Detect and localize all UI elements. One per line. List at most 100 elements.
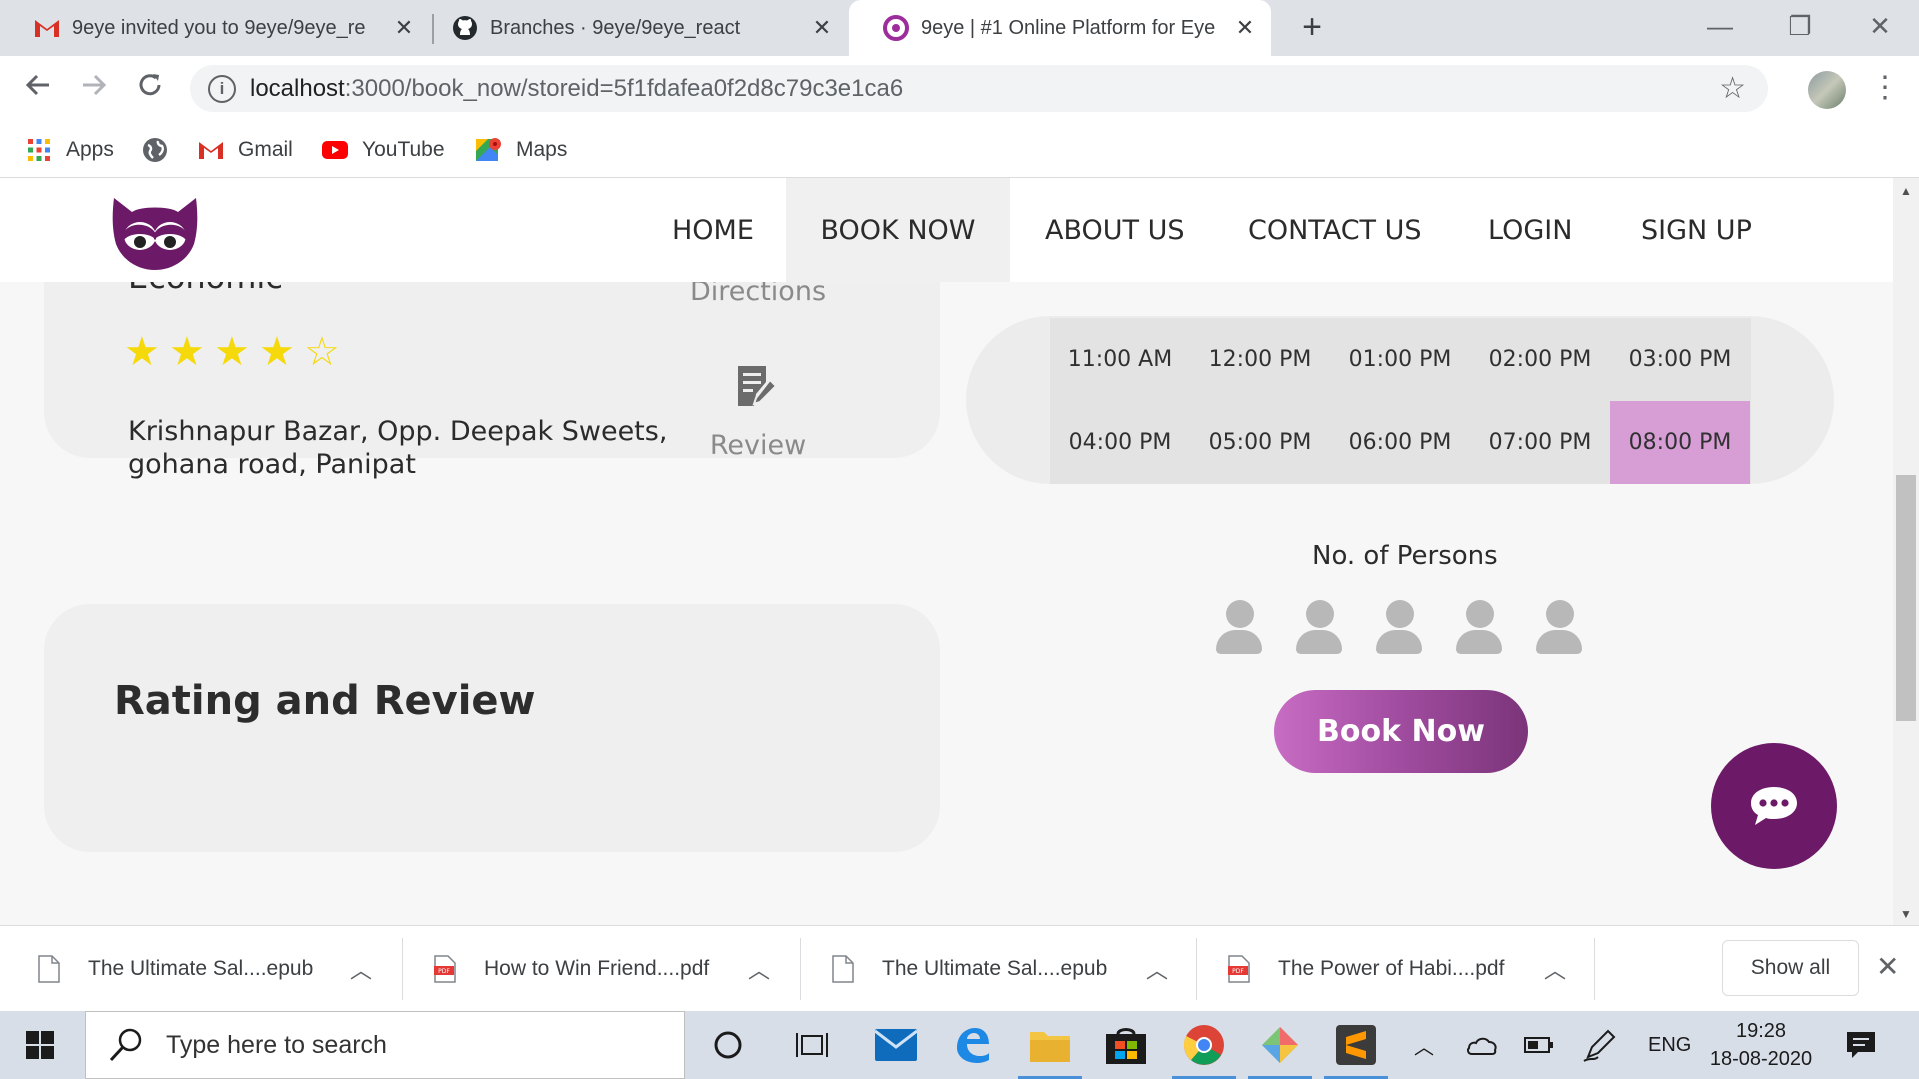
chrome-menu-icon[interactable]: ⋮	[1870, 68, 1900, 108]
chrome-icon[interactable]	[1182, 1023, 1226, 1067]
bookmark-apps[interactable]: Apps	[26, 132, 114, 168]
cortana-icon[interactable]	[706, 1023, 750, 1067]
scrollbar-thumb[interactable]	[1896, 475, 1916, 721]
new-tab-button[interactable]: +	[1294, 10, 1330, 46]
url-host: localhost	[250, 74, 345, 102]
tab-github[interactable]: Branches · 9eye/9eye_react ✕	[418, 0, 848, 56]
person-icon[interactable]	[1454, 600, 1504, 656]
apps-grid-icon	[26, 137, 52, 163]
nav-about-us[interactable]: ABOUT US	[1045, 178, 1185, 282]
restore-icon[interactable]: ❐	[1770, 6, 1830, 46]
page-scrollbar[interactable]: ▲ ▼	[1893, 178, 1919, 925]
time-slot[interactable]: 11:00 AM	[1050, 318, 1190, 401]
bookmark-star-icon[interactable]: ☆	[1719, 71, 1746, 106]
search-placeholder: Type here to search	[166, 1030, 387, 1059]
download-chevron-icon[interactable]: ︿	[748, 926, 770, 1012]
sublime-text-icon[interactable]	[1334, 1023, 1378, 1067]
9eye-icon	[883, 15, 909, 41]
close-tab-icon[interactable]: ✕	[810, 16, 834, 40]
windows-start-icon[interactable]	[26, 1031, 54, 1059]
download-filename: The Ultimate Sal....epub	[88, 957, 314, 980]
forward-icon[interactable]	[76, 70, 112, 106]
bookmark-youtube[interactable]: YouTube	[322, 132, 445, 168]
bookmark-gmail[interactable]: Gmail	[198, 132, 293, 168]
reload-icon[interactable]	[132, 70, 168, 106]
battery-icon[interactable]	[1524, 1011, 1554, 1079]
onedrive-icon[interactable]	[1466, 1011, 1498, 1079]
taskbar-search[interactable]: Type here to search	[85, 1011, 685, 1079]
tab-9eye[interactable]: 9eye | #1 Online Platform for Eye ✕	[849, 0, 1271, 56]
review-link[interactable]: Review	[680, 430, 836, 461]
nav-login[interactable]: LOGIN	[1488, 178, 1572, 282]
site-info-icon[interactable]: i	[208, 74, 236, 103]
download-chevron-icon[interactable]: ︿	[350, 926, 372, 1012]
nav-home[interactable]: HOME	[672, 178, 754, 282]
time-slot[interactable]: 12:00 PM	[1190, 318, 1330, 401]
store-address: Krishnapur Bazar, Opp. Deepak Sweets, go…	[128, 416, 668, 480]
file-explorer-icon[interactable]	[1028, 1023, 1072, 1067]
svg-text:PDF: PDF	[438, 968, 450, 975]
scroll-down-icon[interactable]: ▼	[1893, 907, 1919, 921]
person-icon[interactable]	[1214, 600, 1264, 656]
time-slot[interactable]: 03:00 PM	[1610, 318, 1750, 401]
time-slot[interactable]: 07:00 PM	[1470, 401, 1610, 484]
download-chevron-icon[interactable]: ︿	[1146, 926, 1168, 1012]
profile-avatar[interactable]	[1808, 71, 1846, 109]
download-divider	[402, 938, 403, 1000]
close-downloads-icon[interactable]: ✕	[1876, 952, 1899, 982]
show-all-button[interactable]: Show all	[1722, 940, 1859, 996]
download-item[interactable]: PDF How to Win Friend....pdf	[434, 926, 709, 1012]
nav-sign-up[interactable]: SIGN UP	[1641, 178, 1752, 282]
time-slot[interactable]: 05:00 PM	[1190, 401, 1330, 484]
download-item[interactable]: The Ultimate Sal....epub	[832, 926, 1107, 1012]
close-tab-icon[interactable]: ✕	[392, 16, 416, 40]
minimize-icon[interactable]: —	[1690, 6, 1750, 46]
task-view-icon[interactable]	[790, 1023, 834, 1067]
language-indicator[interactable]: ENG	[1648, 1011, 1691, 1079]
close-tab-icon[interactable]: ✕	[1233, 16, 1257, 40]
time-slot-selected[interactable]: 08:00 PM	[1610, 401, 1750, 484]
close-window-icon[interactable]: ✕	[1850, 6, 1910, 46]
9eye-logo[interactable]	[110, 194, 200, 274]
page-viewport: Economic ★ ★ ★ ★ ☆ Krishnapur Bazar, Opp…	[0, 178, 1893, 925]
download-item[interactable]: PDF The Power of Habi....pdf	[1228, 926, 1504, 1012]
mail-app-icon[interactable]	[874, 1023, 918, 1067]
download-chevron-icon[interactable]: ︿	[1544, 926, 1566, 1012]
book-now-button[interactable]: Book Now	[1274, 690, 1528, 773]
address-bar[interactable]: i localhost:3000/book_now/storeid=5f1fda…	[190, 65, 1768, 112]
persons-selector	[1214, 600, 1614, 656]
download-item[interactable]: The Ultimate Sal....epub	[38, 926, 313, 1012]
gmail-icon	[198, 137, 224, 163]
nav-book-now[interactable]: BOOK NOW	[786, 178, 1010, 282]
notifications-icon[interactable]	[1846, 1011, 1876, 1079]
bookmark-maps[interactable]: Maps	[476, 132, 567, 168]
review-edit-icon[interactable]	[736, 364, 778, 408]
bookmark-globe[interactable]	[142, 132, 182, 168]
back-icon[interactable]	[20, 70, 56, 106]
app-diamond-icon[interactable]	[1258, 1023, 1302, 1067]
time-slot[interactable]: 02:00 PM	[1470, 318, 1610, 401]
nav-contact-us[interactable]: CONTACT US	[1248, 178, 1422, 282]
person-icon[interactable]	[1534, 600, 1584, 656]
site-header: HOME BOOK NOW ABOUT US CONTACT US LOGIN …	[0, 178, 1893, 282]
person-icon[interactable]	[1294, 600, 1344, 656]
time-slot[interactable]: 06:00 PM	[1330, 401, 1470, 484]
url-path: :3000/book_now/storeid=5f1fdafea0f2d8c79…	[344, 74, 904, 102]
store-rating-stars: ★ ★ ★ ★ ☆	[124, 332, 349, 372]
download-divider	[1594, 938, 1595, 1000]
taskbar-clock[interactable]: 19:28 18-08-2020	[1706, 1017, 1816, 1073]
chat-button[interactable]	[1711, 743, 1837, 869]
store-icon[interactable]	[1104, 1023, 1148, 1067]
tray-chevron-icon[interactable]: ︿	[1414, 1011, 1434, 1079]
bookmark-label: Apps	[66, 138, 114, 161]
scroll-up-icon[interactable]: ▲	[1893, 184, 1919, 198]
pen-icon[interactable]	[1582, 1011, 1618, 1079]
tab-title: 9eye invited you to 9eye/9eye_re	[72, 16, 366, 39]
person-icon[interactable]	[1374, 600, 1424, 656]
download-filename: How to Win Friend....pdf	[484, 957, 710, 980]
edge-icon[interactable]	[950, 1023, 994, 1067]
time-slot[interactable]: 04:00 PM	[1050, 401, 1190, 484]
tab-gmail[interactable]: 9eye invited you to 9eye/9eye_re ✕	[0, 0, 430, 56]
time-slot[interactable]: 01:00 PM	[1330, 318, 1470, 401]
tab-title: 9eye | #1 Online Platform for Eye	[921, 16, 1216, 39]
